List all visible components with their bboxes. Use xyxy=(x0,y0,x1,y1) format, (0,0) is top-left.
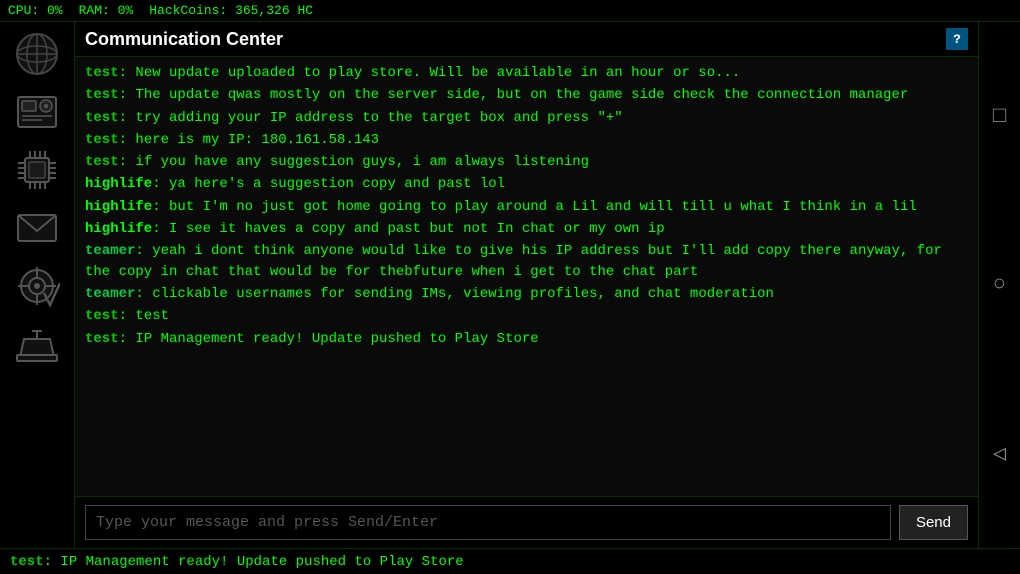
message-text: : I see it haves a copy and past but not… xyxy=(152,221,664,237)
message-line: test: The update qwas mostly on the serv… xyxy=(85,85,968,105)
hackcoins-stat: HackCoins: 365,326 HC xyxy=(149,3,313,18)
circle-icon[interactable]: ○ xyxy=(983,268,1017,302)
message-line: test: here is my IP: 180.161.58.143 xyxy=(85,130,968,150)
globe-icon[interactable] xyxy=(11,28,63,80)
message-text: : ya here's a suggestion copy and past l… xyxy=(152,176,505,192)
message-line: test: if you have any suggestion guys, i… xyxy=(85,152,968,172)
disk-icon[interactable] xyxy=(11,86,63,138)
message-username[interactable]: test xyxy=(85,65,119,81)
bottom-bar-text: : IP Management ready! Update pushed to … xyxy=(44,554,464,570)
main-layout: Communication Center ? test: New update … xyxy=(0,22,1020,548)
message-text: : New update uploaded to play store. Wil… xyxy=(119,65,741,81)
message-username[interactable]: test xyxy=(85,132,119,148)
chat-header: Communication Center ? xyxy=(75,22,978,57)
send-button[interactable]: Send xyxy=(899,505,968,540)
message-text: : The update qwas mostly on the server s… xyxy=(119,87,909,103)
message-text: : if you have any suggestion guys, i am … xyxy=(119,154,589,170)
chip-icon[interactable] xyxy=(11,144,63,196)
message-line: test: test xyxy=(85,306,968,326)
input-area: Send xyxy=(75,496,978,548)
message-username[interactable]: test xyxy=(85,331,119,347)
square-icon[interactable]: □ xyxy=(983,99,1017,133)
message-line: highlife: I see it haves a copy and past… xyxy=(85,219,968,239)
message-username[interactable]: teamer xyxy=(85,286,135,302)
cpu-stat: CPU: 0% xyxy=(8,3,63,18)
email-icon[interactable] xyxy=(11,202,63,254)
message-username[interactable]: test xyxy=(85,110,119,126)
left-sidebar xyxy=(0,22,75,548)
message-line: highlife: ya here's a suggestion copy an… xyxy=(85,174,968,194)
help-badge[interactable]: ? xyxy=(946,28,968,50)
chat-area[interactable]: test: New update uploaded to play store.… xyxy=(75,57,978,496)
message-text: : IP Management ready! Update pushed to … xyxy=(119,331,539,347)
network-icon[interactable] xyxy=(11,318,63,370)
message-line: test: IP Management ready! Update pushed… xyxy=(85,329,968,349)
message-line: highlife: but I'm no just got home going… xyxy=(85,197,968,217)
message-username[interactable]: teamer xyxy=(85,243,135,259)
chat-title: Communication Center xyxy=(85,29,283,50)
back-icon[interactable]: ◁ xyxy=(983,437,1017,471)
target-icon[interactable] xyxy=(11,260,63,312)
status-bar: CPU: 0% RAM: 0% HackCoins: 365,326 HC xyxy=(0,0,1020,22)
right-sidebar: □ ○ ◁ xyxy=(978,22,1020,548)
message-text: : yeah i dont think anyone would like to… xyxy=(85,243,942,279)
message-line: teamer: clickable usernames for sending … xyxy=(85,284,968,304)
message-text: : here is my IP: 180.161.58.143 xyxy=(119,132,379,148)
message-username[interactable]: highlife xyxy=(85,176,152,192)
message-text: : test xyxy=(119,308,169,324)
message-line: teamer: yeah i dont think anyone would l… xyxy=(85,241,968,282)
message-input[interactable] xyxy=(85,505,891,540)
bottom-bar-user: test xyxy=(10,554,44,570)
message-username[interactable]: highlife xyxy=(85,221,152,237)
message-text: : try adding your IP address to the targ… xyxy=(119,110,623,126)
message-username[interactable]: test xyxy=(85,308,119,324)
ram-stat: RAM: 0% xyxy=(79,3,134,18)
message-username[interactable]: highlife xyxy=(85,199,152,215)
message-text: : but I'm no just got home going to play… xyxy=(152,199,917,215)
message-username[interactable]: test xyxy=(85,154,119,170)
bottom-bar: test: IP Management ready! Update pushed… xyxy=(0,548,1020,574)
center-panel: Communication Center ? test: New update … xyxy=(75,22,978,548)
message-line: test: New update uploaded to play store.… xyxy=(85,63,968,83)
message-text: : clickable usernames for sending IMs, v… xyxy=(135,286,774,302)
message-username[interactable]: test xyxy=(85,87,119,103)
message-line: test: try adding your IP address to the … xyxy=(85,108,968,128)
